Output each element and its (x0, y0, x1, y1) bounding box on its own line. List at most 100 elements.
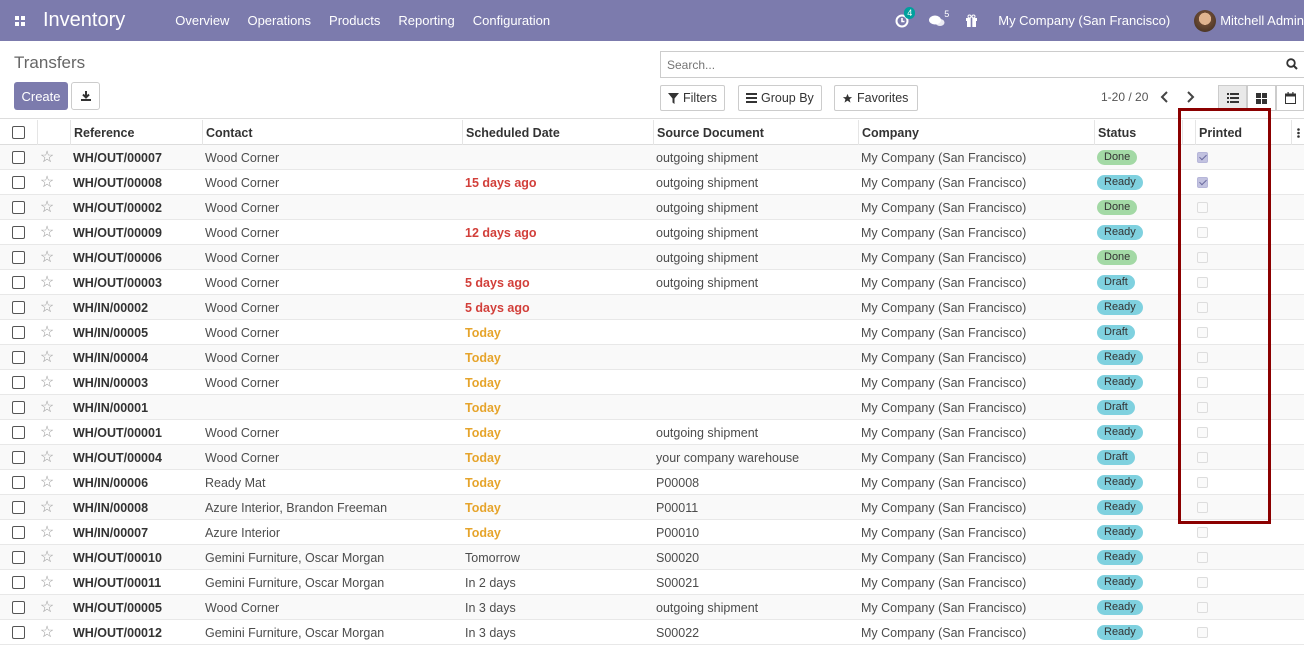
row-checkbox[interactable] (12, 376, 25, 389)
table-row[interactable]: ☆ WH/IN/00005 Wood Corner Today My Company (… (0, 320, 1304, 345)
row-source-document: outgoing shipment (656, 150, 759, 165)
row-checkbox[interactable] (12, 576, 25, 589)
search-input[interactable] (665, 52, 1265, 77)
table-row[interactable]: ☆ WH/IN/00008 Azure Interior, Brandon Free… (0, 495, 1304, 520)
column-header-status[interactable]: Status (1094, 120, 1182, 145)
table-row[interactable]: ☆ WH/OUT/00011 Gemini Furniture, Oscar Mor… (0, 570, 1304, 595)
table-row[interactable]: ☆ WH/OUT/00003 Wood Corner 5 days ago outgoi… (0, 270, 1304, 295)
pager-previous-icon[interactable] (1160, 90, 1170, 106)
favorite-star-icon[interactable]: ☆ (37, 445, 57, 470)
favorite-star-icon[interactable]: ☆ (37, 295, 57, 320)
apps-menu-icon[interactable] (0, 0, 40, 41)
table-row[interactable]: ☆ WH/OUT/00008 Wood Corner 15 days ago outgo… (0, 170, 1304, 195)
favorite-star-icon[interactable]: ☆ (37, 220, 57, 245)
table-row[interactable]: ☆ WH/IN/00001 Today My Company (San Francis… (0, 395, 1304, 420)
user-avatar[interactable] (1194, 9, 1217, 32)
user-menu[interactable]: Mitchell Admin (1220, 13, 1304, 28)
download-icon (80, 91, 91, 101)
pager-value[interactable]: 1-20 / 20 (1101, 90, 1148, 104)
table-row[interactable]: ☆ WH/OUT/00007 Wood Corner outgoing shipmen… (0, 145, 1304, 170)
row-checkbox[interactable] (12, 451, 25, 464)
column-header-printed[interactable]: Printed (1195, 120, 1291, 145)
table-row[interactable]: ☆ WH/IN/00007 Azure Interior Today P00010 My … (0, 520, 1304, 545)
row-scheduled-date: Today (465, 450, 501, 465)
row-checkbox[interactable] (12, 226, 25, 239)
table-row[interactable]: ☆ WH/IN/00003 Wood Corner Today My Company (… (0, 370, 1304, 395)
table-row[interactable]: ☆ WH/OUT/00005 Wood Corner In 3 days outgoin… (0, 595, 1304, 620)
list-view-button[interactable] (1218, 85, 1247, 111)
kanban-view-button[interactable] (1247, 85, 1276, 111)
row-checkbox[interactable] (12, 551, 25, 564)
menu-item-overview[interactable]: Overview (175, 13, 229, 28)
column-header-scheduled-date[interactable]: Scheduled Date (462, 120, 653, 145)
column-header-contact[interactable]: Contact (202, 120, 462, 145)
calendar-view-button[interactable] (1276, 85, 1304, 111)
row-checkbox[interactable] (12, 351, 25, 364)
page-title[interactable]: Transfers (14, 53, 85, 73)
row-checkbox[interactable] (12, 401, 25, 414)
export-button[interactable] (71, 82, 100, 110)
pager-next-icon[interactable] (1185, 90, 1195, 106)
table-row[interactable]: ☆ WH/OUT/00006 Wood Corner outgoing shipmen… (0, 245, 1304, 270)
favorite-star-icon[interactable]: ☆ (37, 545, 57, 570)
select-all-checkbox[interactable] (12, 126, 25, 139)
app-name[interactable]: Inventory (43, 9, 125, 32)
row-checkbox[interactable] (12, 476, 25, 489)
row-checkbox[interactable] (12, 176, 25, 189)
row-source-document: S00021 (656, 575, 700, 590)
row-checkbox[interactable] (12, 276, 25, 289)
favorite-star-icon[interactable]: ☆ (37, 370, 57, 395)
favorite-star-icon[interactable]: ☆ (37, 595, 57, 620)
table-row[interactable]: ☆ WH/OUT/00002 Wood Corner outgoing shipmen… (0, 195, 1304, 220)
gift-icon[interactable] (965, 14, 978, 27)
table-row[interactable]: ☆ WH/IN/00002 Wood Corner 5 days ago My Comp… (0, 295, 1304, 320)
favorite-star-icon[interactable]: ☆ (37, 320, 57, 345)
row-checkbox[interactable] (12, 601, 25, 614)
row-checkbox[interactable] (12, 626, 25, 639)
search-icon[interactable] (1286, 58, 1298, 73)
column-header-reference[interactable]: Reference (70, 120, 202, 145)
favorite-star-icon[interactable]: ☆ (37, 270, 57, 295)
row-checkbox[interactable] (12, 201, 25, 214)
favorite-star-icon[interactable]: ☆ (37, 170, 57, 195)
favorite-star-icon[interactable]: ☆ (37, 470, 57, 495)
optional-columns-toggle[interactable] (1291, 120, 1304, 145)
messages-icon[interactable]: 5 (929, 9, 949, 28)
table-row[interactable]: ☆ WH/OUT/00009 Wood Corner 12 days ago outgo… (0, 220, 1304, 245)
create-button[interactable]: Create (14, 82, 68, 110)
row-checkbox[interactable] (12, 301, 25, 314)
favorite-star-icon[interactable]: ☆ (37, 420, 57, 445)
company-switcher[interactable]: My Company (San Francisco) (998, 13, 1170, 28)
favorite-star-icon[interactable]: ☆ (37, 245, 57, 270)
activity-icon[interactable]: 4 (895, 6, 916, 28)
table-row[interactable]: ☆ WH/OUT/00010 Gemini Furniture, Oscar Mor… (0, 545, 1304, 570)
table-row[interactable]: ☆ WH/OUT/00004 Wood Corner Today your compan… (0, 445, 1304, 470)
favorite-star-icon[interactable]: ☆ (37, 620, 57, 645)
row-checkbox[interactable] (12, 151, 25, 164)
table-row[interactable]: ☆ WH/OUT/00012 Gemini Furniture, Oscar Mor… (0, 620, 1304, 645)
table-row[interactable]: ☆ WH/OUT/00001 Wood Corner Today outgoing sh… (0, 420, 1304, 445)
row-checkbox[interactable] (12, 326, 25, 339)
row-checkbox[interactable] (12, 501, 25, 514)
row-checkbox[interactable] (12, 426, 25, 439)
favorite-star-icon[interactable]: ☆ (37, 345, 57, 370)
table-row[interactable]: ☆ WH/IN/00004 Wood Corner Today My Company (… (0, 345, 1304, 370)
row-checkbox[interactable] (12, 526, 25, 539)
filters-button[interactable]: Filters (660, 85, 726, 111)
menu-item-configuration[interactable]: Configuration (473, 13, 550, 28)
row-checkbox[interactable] (12, 251, 25, 264)
favorite-star-icon[interactable]: ☆ (37, 570, 57, 595)
favorite-star-icon[interactable]: ☆ (37, 195, 57, 220)
table-row[interactable]: ☆ WH/IN/00006 Ready Mat Today P00008 My Compa… (0, 470, 1304, 495)
favorite-star-icon[interactable]: ☆ (37, 395, 57, 420)
menu-item-products[interactable]: Products (329, 13, 380, 28)
group-by-button[interactable]: Group By (738, 85, 822, 111)
menu-item-reporting[interactable]: Reporting (398, 13, 454, 28)
favorite-star-icon[interactable]: ☆ (37, 520, 57, 545)
column-header-company[interactable]: Company (858, 120, 1094, 145)
favorite-star-icon[interactable]: ☆ (37, 495, 57, 520)
menu-item-operations[interactable]: Operations (247, 13, 311, 28)
favorite-star-icon[interactable]: ☆ (37, 145, 57, 170)
favorites-button[interactable]: Favorites (834, 85, 918, 111)
column-header-source-document[interactable]: Source Document (653, 120, 858, 145)
